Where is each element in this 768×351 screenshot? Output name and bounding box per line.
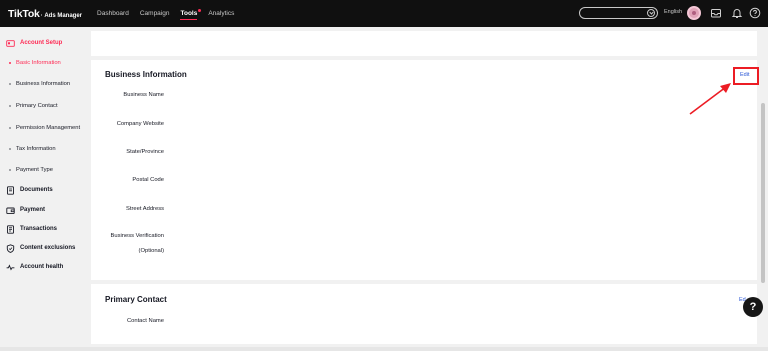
logo-product-text: · Ads Manager: [40, 12, 83, 19]
shield-icon: [6, 243, 15, 253]
bullet-dot: [9, 127, 11, 129]
sidebar-item-payment[interactable]: Payment: [0, 203, 91, 217]
sidebar-item-content-exclusions[interactable]: Content exclusions: [0, 241, 91, 255]
help-fab-button[interactable]: ?: [743, 297, 763, 317]
sidebar-item-tax-information[interactable]: Tax Information: [0, 142, 91, 156]
pulse-icon: [6, 263, 15, 272]
bottom-strip: [0, 347, 768, 351]
sidebar-item-label: Documents: [20, 187, 53, 193]
business-information-card: Business Information Edit Business Name …: [91, 60, 757, 280]
sidebar-item-label: Transactions: [20, 226, 58, 232]
sidebar-item-documents[interactable]: Documents: [0, 183, 91, 197]
sidebar-item-transactions[interactable]: Transactions: [0, 222, 91, 236]
section-title: Primary Contact: [105, 295, 167, 304]
chevron-down-icon: [647, 9, 655, 17]
sidebar-item-label: Payment Type: [16, 167, 53, 173]
language-selector[interactable]: English: [664, 9, 682, 15]
sidebar-item-label: Payment: [20, 207, 46, 213]
nav-dashboard[interactable]: Dashboard: [97, 10, 129, 17]
sidebar-item-label: Content exclusions: [20, 245, 76, 251]
bullet-dot: [9, 169, 11, 171]
document-icon: [6, 185, 15, 195]
inbox-icon[interactable]: [710, 7, 722, 19]
sidebar-item-label: Primary Contact: [16, 103, 58, 109]
account-select-dropdown[interactable]: [579, 7, 658, 19]
wallet-icon: [6, 206, 15, 215]
field-label-contact-name: Contact Name: [126, 318, 164, 324]
id-card-icon: [6, 39, 15, 48]
scrollbar[interactable]: [761, 103, 765, 283]
avatar[interactable]: [687, 6, 701, 20]
annotation-highlight-box: [733, 67, 759, 85]
sidebar-item-primary-contact[interactable]: Primary Contact: [0, 99, 91, 113]
bullet-dot: [9, 105, 11, 107]
field-label-business-name: Business Name: [123, 92, 164, 98]
field-label-company-website: Company Website: [116, 121, 164, 127]
help-circle-icon[interactable]: [749, 7, 761, 19]
logo-brand-text: TikTok: [8, 7, 40, 20]
bullet-dot: [9, 62, 11, 64]
section-title: Business Information: [105, 70, 187, 79]
sidebar-item-payment-type[interactable]: Payment Type: [0, 163, 91, 177]
nav-tools[interactable]: Tools: [180, 9, 202, 20]
bullet-dot: [9, 83, 11, 85]
sidebar-item-label: Business Information: [16, 81, 71, 87]
sidebar-item-business-information[interactable]: Business Information: [0, 77, 91, 91]
nav-tools-label: Tools: [180, 10, 198, 17]
nav-analytics[interactable]: Analytics: [208, 10, 234, 17]
sidebar-item-label: Permission Management: [16, 125, 81, 131]
receipt-icon: [6, 224, 15, 234]
field-label-business-verification: Business Verification: [110, 233, 165, 239]
top-card: [91, 31, 757, 56]
primary-contact-card: Primary Contact Ed Contact Name: [91, 284, 757, 344]
sidebar-item-account-health[interactable]: Account health: [0, 260, 91, 274]
nav-campaign[interactable]: Campaign: [140, 10, 170, 17]
tiktok-ads-manager-logo[interactable]: TikTok · Ads Manager: [8, 8, 82, 20]
field-label-state-province: State/Province: [126, 149, 164, 155]
bullet-dot: [9, 148, 11, 150]
notification-dot: [198, 9, 202, 12]
sidebar-item-permission-management[interactable]: Permission Management: [0, 121, 91, 135]
sidebar-item-basic-information[interactable]: Basic Information: [0, 56, 91, 70]
field-label-optional-note: (Optional): [138, 248, 164, 254]
sidebar: Account Setup Basic Information Business…: [0, 27, 91, 351]
field-label-street-address: Street Address: [125, 206, 164, 212]
sidebar-item-label: Basic Information: [16, 60, 61, 66]
sidebar-item-label: Tax Information: [16, 146, 56, 152]
field-label-postal-code: Postal Code: [132, 177, 164, 183]
sidebar-item-label: Account health: [20, 264, 64, 270]
sidebar-item-account-setup[interactable]: Account Setup: [0, 36, 91, 50]
sidebar-item-label: Account Setup: [20, 40, 63, 46]
bell-icon[interactable]: [731, 7, 743, 19]
main-nav: Dashboard Campaign Tools Analytics: [97, 9, 245, 20]
